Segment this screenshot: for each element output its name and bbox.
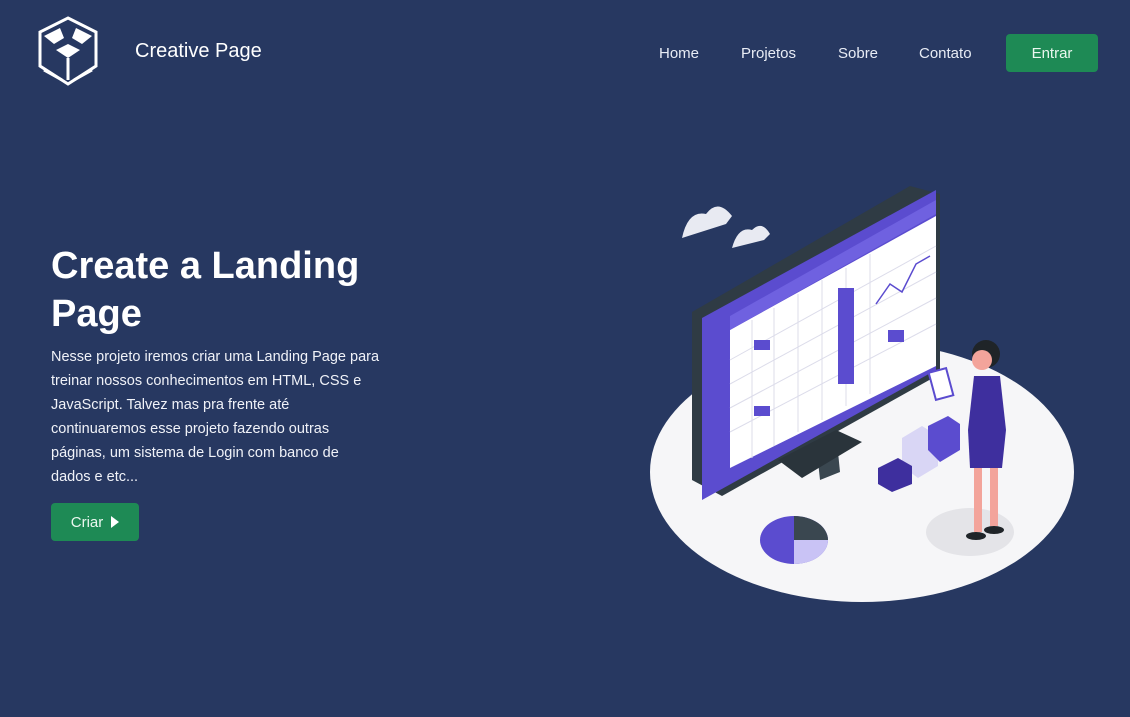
create-button[interactable]: Criar [51, 503, 139, 541]
hero-illustration [650, 186, 1074, 602]
login-button[interactable]: Entrar [1006, 34, 1098, 72]
logo-icon[interactable] [34, 14, 102, 90]
hero-title: Create a Landing Page [51, 245, 360, 335]
nav-projetos[interactable]: Projetos [741, 45, 796, 62]
hero-description: Nesse projeto iremos criar uma Landing P… [51, 349, 380, 485]
header: Creative Page Home Projetos Sobre Contat… [0, 0, 1130, 110]
nav-home[interactable]: Home [659, 45, 699, 62]
create-button-label: Criar [70, 513, 104, 531]
nav-contato[interactable]: Contato [919, 45, 972, 62]
play-icon [111, 516, 120, 528]
brand-title[interactable]: Creative Page [135, 40, 262, 63]
nav-sobre[interactable]: Sobre [838, 45, 878, 62]
